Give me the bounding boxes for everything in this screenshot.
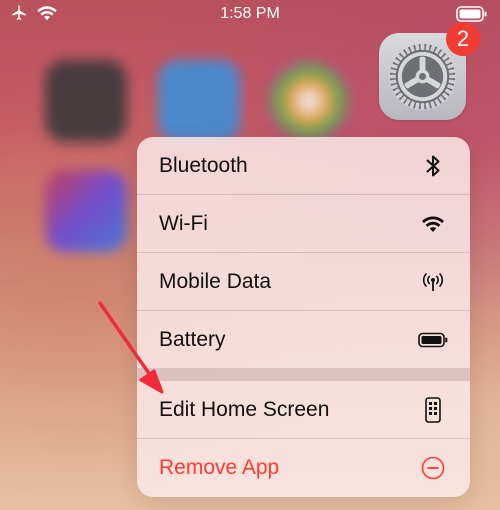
annotation-arrow	[98, 301, 164, 394]
